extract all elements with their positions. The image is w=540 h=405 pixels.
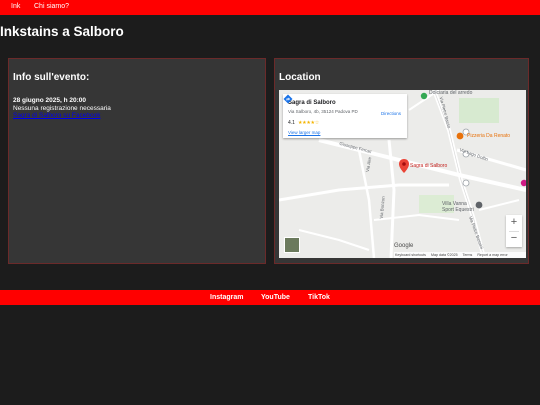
place-name: Sagra di Salboro [288, 100, 336, 106]
keyboard-shortcuts-link[interactable]: Keyboard shortcuts [395, 253, 426, 257]
footer-bar: Instagram YouTube TikTok [0, 290, 540, 305]
location-card: Location Dolciaria del arredo Pizzeria D… [274, 58, 529, 264]
view-larger-map-link[interactable]: View larger map [288, 130, 320, 135]
place-info-card: Sagra di Salboro Via Salboro, 4b, 35124 … [283, 94, 407, 138]
footer-link-youtube[interactable]: YouTube [261, 294, 290, 301]
satellite-toggle-button[interactable] [284, 237, 300, 253]
page-title: Inkstains a Salboro [0, 24, 124, 39]
event-info-card: Info sull'evento: 28 giugno 2025, h 20:0… [8, 58, 266, 264]
zoom-out-button[interactable]: − [506, 231, 522, 247]
event-date: 28 giugno 2025, h 20:00 [13, 97, 86, 104]
report-map-error-link[interactable]: Report a map error [477, 253, 507, 257]
place-address: Via Salboro, 4b, 35124 Padova PD [288, 109, 358, 114]
location-heading: Location [279, 72, 321, 83]
google-logo: Google [394, 243, 414, 249]
map-poi-villa[interactable]: Villa Vanna Sport Equestri [442, 201, 474, 213]
footer-link-instagram[interactable]: Instagram [210, 294, 243, 301]
top-navbar: Ink Chi siamo? [0, 0, 540, 15]
directions-icon[interactable] [283, 94, 293, 104]
footer-link-tiktok[interactable]: TikTok [308, 294, 330, 301]
map-data-text: Map data ©2025 [430, 253, 458, 257]
event-info-heading: Info sull'evento: [13, 72, 90, 83]
zoom-in-button[interactable]: + [506, 215, 522, 231]
map-poi-pizzeria[interactable]: Pizzeria Da Renato [467, 133, 510, 139]
map-attribution-bar: Keyboard shortcuts Map data ©2025 Terms … [394, 252, 526, 258]
nav-link-chi-siamo[interactable]: Chi siamo? [34, 3, 69, 10]
zoom-divider [509, 231, 519, 232]
place-rating: 4.1 [288, 120, 295, 126]
directions-button[interactable]: Directions [381, 111, 401, 116]
facebook-event-link[interactable]: Sagra di Salboro su Facebook [13, 112, 100, 119]
embedded-map[interactable]: Dolciaria del arredo Pizzeria Da Renato … [279, 90, 526, 258]
map-poi-top: Dolciaria del arredo [429, 90, 473, 96]
nav-link-ink[interactable]: Ink [11, 3, 20, 10]
zoom-controls: + − [506, 215, 522, 247]
map-pin-label[interactable]: Sagra di Salboro [410, 163, 447, 169]
rating-stars-icon: ★★★★☆ [298, 120, 319, 126]
registration-note: Nessuna registrazione necessaria [13, 105, 111, 112]
terms-link[interactable]: Terms [463, 253, 473, 257]
